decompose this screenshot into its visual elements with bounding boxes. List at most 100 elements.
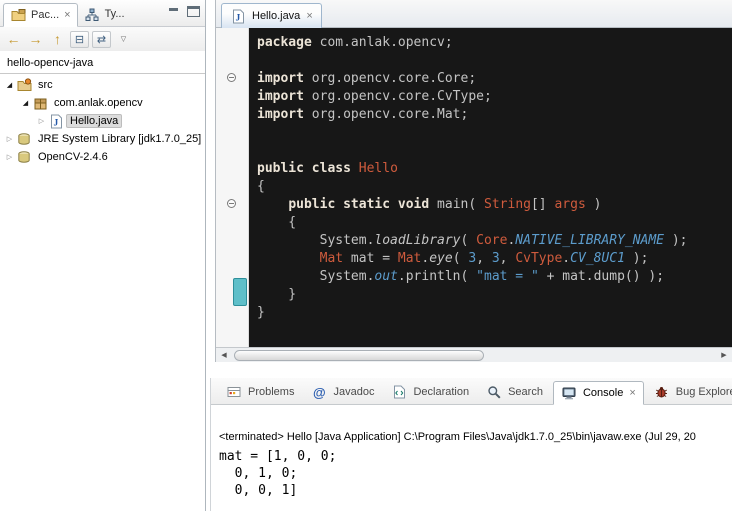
tree-separator [0,73,205,74]
code-token: Hello [359,161,398,176]
expand-arrow-icon[interactable]: ▷ [3,153,16,161]
tree-item-hello-java[interactable]: ▷JHello.java [0,112,205,130]
tab-search[interactable]: Search [479,380,550,404]
code-token: public [257,161,304,176]
svg-text:J: J [53,118,58,128]
view-tab-ty[interactable]: Ty... [78,2,131,26]
console-icon [561,386,577,401]
code-line[interactable]: System.loadLibrary( Core.NATIVE_LIBRARY_… [257,232,732,250]
code-editor[interactable]: package com.anlak.opencv; import org.ope… [249,28,732,347]
code-line[interactable]: public static void main( String[] args ) [257,196,732,214]
code-line[interactable]: import org.opencv.core.CvType; [257,88,732,106]
tree-item-jre-system-library-jdk1-7-0-25[interactable]: ▷JRE System Library [jdk1.7.0_25] [0,130,205,148]
code-token: com.anlak.opencv; [312,35,453,50]
code-token: } [257,287,296,302]
package-explorer-panel: Pac...×Ty... ←→↑⊟⇄▽ hello-opencv-java◢sr… [0,0,206,511]
code-token: . [562,251,570,266]
code-token: mat = [343,251,398,266]
tree-item-label: hello-opencv-java [3,56,97,70]
code-token: ); [625,251,648,266]
eclipse-window: Pac...×Ty... ←→↑⊟⇄▽ hello-opencv-java◢sr… [0,0,732,511]
code-token: { [257,215,296,230]
tree-item-label: OpenCV-2.4.6 [34,150,112,164]
code-line[interactable] [257,124,732,142]
collapse-arrow-icon[interactable]: ◢ [19,99,32,107]
link-with-editor-icon[interactable]: ⇄ [92,31,111,48]
maximize-view-icon[interactable] [187,6,200,17]
tab-declaration[interactable]: Declaration [384,380,476,404]
code-line[interactable]: Mat mat = Mat.eye( 3, 3, CvType.CV_8UC1 … [257,250,732,268]
project-tree[interactable]: hello-opencv-java◢src◢com.anlak.opencv▷J… [0,51,205,166]
view-window-buttons [167,6,200,17]
forward-icon[interactable]: → [26,31,45,48]
code-token: CvType [515,251,562,266]
code-line[interactable]: package com.anlak.opencv; [257,34,732,52]
code-line[interactable]: public class Hello [257,160,732,178]
view-menu-icon[interactable]: ▽ [114,31,133,48]
scroll-left-icon[interactable]: ◀ [216,348,232,362]
library-icon [16,150,32,165]
collapse-all-icon[interactable]: ⊟ [70,31,89,48]
tree-item-label: src [34,78,57,92]
back-icon[interactable]: ← [4,31,23,48]
code-token: args [554,197,585,212]
code-line[interactable]: { [257,178,732,196]
view-tab-pac[interactable]: Pac... × [3,3,78,27]
code-line[interactable]: import org.opencv.core.Mat; [257,106,732,124]
editor-tab-hello-java[interactable]: JHello.java× [221,3,322,28]
code-line[interactable]: } [257,304,732,322]
code-token: , [476,251,492,266]
explorer-toolbar: ←→↑⊟⇄▽ [0,27,205,51]
close-icon[interactable]: × [306,11,312,22]
close-icon[interactable]: × [64,10,70,21]
expand-arrow-icon[interactable]: ▷ [35,117,48,125]
editor-hscrollbar[interactable]: ◀ ▶ [216,347,732,362]
code-token [257,251,320,266]
fold-collapse-icon[interactable] [227,73,236,82]
code-line[interactable]: } [257,286,732,304]
code-token: main( [429,197,484,212]
tab-label: Javadoc [333,386,374,398]
code-token: CV_8UC1 [570,251,625,266]
collapse-arrow-icon[interactable]: ◢ [3,81,16,89]
go-up-icon[interactable]: ↑ [48,31,67,48]
tree-item-src[interactable]: ◢ src [0,76,205,94]
console-view: Problems@JavadocDeclaration Search Console… [210,378,732,511]
minimize-view-icon[interactable] [167,6,180,17]
code-token: "mat = " [476,269,539,284]
tab-console[interactable]: Console× [553,381,644,405]
code-token [257,197,288,212]
tab-label: Search [508,386,543,398]
code-token: System. [257,233,374,248]
fold-collapse-icon[interactable] [227,199,236,208]
code-line[interactable]: System.out.println( "mat = " + mat.dump(… [257,268,732,286]
tree-item-hello-opencv-java[interactable]: hello-opencv-java [0,54,205,72]
tree-item-com-anlak-opencv[interactable]: ◢com.anlak.opencv [0,94,205,112]
code-line[interactable] [257,52,732,70]
expand-arrow-icon[interactable]: ▷ [3,135,16,143]
code-line[interactable]: import org.opencv.core.Core; [257,70,732,88]
search-icon [486,385,502,400]
console-line: mat = [1, 0, 0; [219,448,732,465]
editor-annotation-ruler[interactable] [216,28,249,347]
tab-bug-explorer[interactable]: Bug Explorer [647,380,732,404]
code-line[interactable] [257,142,732,160]
code-line[interactable]: { [257,214,732,232]
scrollbar-thumb[interactable] [234,350,484,361]
code-token: System. [257,269,374,284]
code-token [390,197,398,212]
console-content[interactable]: <terminated> Hello [Java Application] C:… [211,405,732,511]
tab-label: Pac... [31,9,59,21]
tab-problems[interactable]: Problems [219,380,301,404]
scroll-right-icon[interactable]: ▶ [716,348,732,362]
console-status-line: <terminated> Hello [Java Application] C:… [219,431,732,443]
close-icon[interactable]: × [629,388,635,399]
code-token: import [257,107,304,122]
editor-body: package com.anlak.opencv; import org.ope… [216,28,732,347]
tab-javadoc[interactable]: @Javadoc [304,380,381,404]
code-token: , [500,251,516,266]
tree-item-opencv-2-4-6[interactable]: ▷ OpenCV-2.4.6 [0,148,205,166]
code-token: org.opencv.core.Mat; [304,107,468,122]
console-line: 0, 1, 0; [219,465,732,482]
editor-tabbar: JHello.java× [216,0,732,28]
